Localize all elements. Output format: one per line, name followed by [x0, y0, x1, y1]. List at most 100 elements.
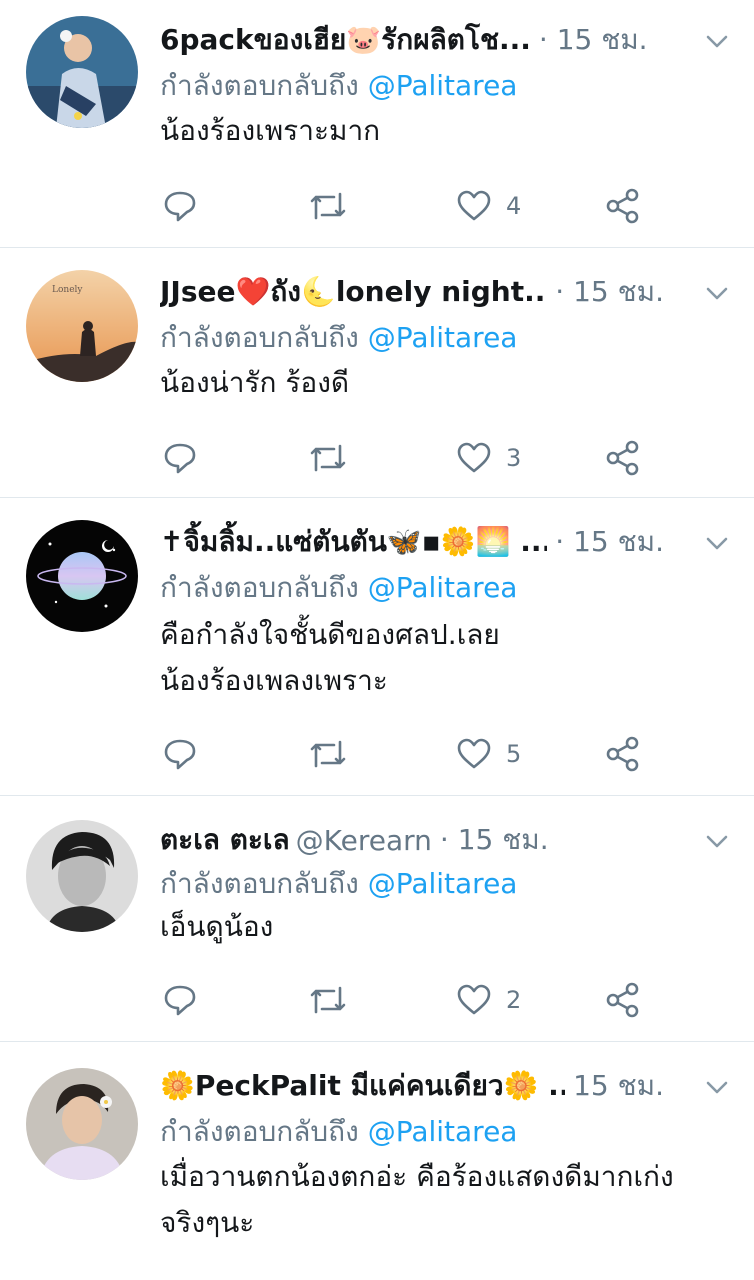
reply-icon: [164, 443, 196, 474]
replying-to: กำลังตอบกลับถึง @Palitarea: [160, 1110, 517, 1154]
retweet-icon: [310, 740, 346, 768]
tweet-text-line: เมื่อวานตกน้องตกอ่ะ คือร้องแสดงดีมากเก่ง: [160, 1160, 674, 1193]
action-bar: 4: [160, 186, 650, 226]
timestamp[interactable]: · 15 ชม.: [440, 818, 549, 862]
avatar[interactable]: [26, 1068, 138, 1180]
avatar[interactable]: Lonely: [26, 270, 138, 382]
timestamp[interactable]: 15 ชม.: [573, 1064, 664, 1108]
tweet-text-line: น้องน่ารัก ร้องดี: [160, 366, 350, 399]
timestamp[interactable]: · 15 ชม.: [555, 270, 664, 314]
tweet[interactable]: ตะเล ตะเล @Kerearn · 15 ชม. กำลังตอบกลับ…: [0, 796, 754, 1042]
timestamp[interactable]: · 15 ชม.: [555, 520, 664, 564]
reply-icon: [164, 191, 196, 222]
like-button[interactable]: 4: [456, 186, 521, 226]
svg-text:Lonely: Lonely: [52, 285, 83, 295]
tweet-header: ✝จิ้มลิ้ม..แซ่ตันตัน🦋▪🌼🌅 ... · 15 ชม.: [160, 520, 664, 564]
reply-button[interactable]: [162, 734, 198, 774]
tweet[interactable]: 6packของเฮีย🐷รักผลิตโช... · 15 ชม. กำลัง…: [0, 0, 754, 248]
tweet-header: JJsee❤️ถัง🌜lonely night... · 15 ชม.: [160, 270, 664, 314]
avatar[interactable]: [26, 520, 138, 632]
replying-to-label: กำลังตอบกลับถึง: [160, 867, 359, 900]
share-icon: [606, 440, 639, 476]
chevron-down-icon[interactable]: [702, 826, 732, 856]
tweet[interactable]: Lonely JJsee❤️ถัง🌜lonely night... · 15 ช…: [0, 248, 754, 498]
tweet-text: เอ็นดูน้อง: [160, 904, 724, 950]
tweet[interactable]: ✝จิ้มลิ้ม..แซ่ตันตัน🦋▪🌼🌅 ... · 15 ชม. กำ…: [0, 498, 754, 796]
retweet-icon: [310, 192, 346, 220]
tweet-header: 6packของเฮีย🐷รักผลิตโช... · 15 ชม.: [160, 18, 664, 62]
reply-button[interactable]: [162, 980, 198, 1020]
chevron-down-icon[interactable]: [702, 528, 732, 558]
heart-icon: [457, 442, 491, 473]
replying-to: กำลังตอบกลับถึง @Palitarea: [160, 316, 517, 360]
action-bar: 2: [160, 980, 650, 1020]
reply-feed: 6packของเฮีย🐷รักผลิตโช... · 15 ชม. กำลัง…: [0, 0, 754, 1280]
avatar[interactable]: [26, 820, 138, 932]
like-count: 2: [506, 986, 522, 1014]
tweet-text: น้องร้องเพราะมาก: [160, 108, 724, 154]
chevron-down-icon[interactable]: [702, 278, 732, 308]
tweet-text-line: คือกำลังใจชั้นดีของศลป.เลย: [160, 618, 500, 651]
retweet-button[interactable]: [308, 438, 348, 478]
tweet-text: เมื่อวานตกน้องตกอ่ะ คือร้องแสดงดีมากเก่ง…: [160, 1154, 724, 1246]
tweet-text: น้องน่ารัก ร้องดี: [160, 360, 724, 406]
heart-icon: [457, 984, 491, 1015]
like-button[interactable]: 5: [456, 734, 521, 774]
like-button[interactable]: 3: [456, 438, 521, 478]
reply-icon: [164, 985, 196, 1016]
reply-button[interactable]: [162, 186, 198, 226]
tweet-text-line: เอ็นดูน้อง: [160, 910, 274, 943]
share-icon: [606, 736, 639, 772]
replying-to-label: กำลังตอบกลับถึง: [160, 321, 359, 354]
display-name[interactable]: 🌼PeckPalit มีแค่คนเดียว🌼 ..:: [160, 1064, 565, 1108]
action-bar: 5: [160, 734, 650, 774]
username[interactable]: @Kerearn: [296, 824, 432, 857]
action-bar: 3: [160, 438, 650, 478]
heart-icon: [457, 738, 491, 769]
replying-to: กำลังตอบกลับถึง @Palitarea: [160, 566, 517, 610]
tweet-header: 🌼PeckPalit มีแค่คนเดียว🌼 ..: 15 ชม.: [160, 1064, 664, 1108]
retweet-button[interactable]: [308, 734, 348, 774]
timestamp[interactable]: · 15 ชม.: [539, 18, 648, 62]
replying-to-label: กำลังตอบกลับถึง: [160, 571, 359, 604]
display-name[interactable]: 6packของเฮีย🐷รักผลิตโช...: [160, 18, 531, 62]
heart-icon: [457, 190, 491, 221]
mention-link[interactable]: @Palitarea: [368, 321, 518, 354]
like-count: 3: [506, 444, 522, 472]
display-name[interactable]: ✝จิ้มลิ้ม..แซ่ตันตัน🦋▪🌼🌅 ...: [160, 520, 547, 564]
share-icon: [606, 982, 639, 1018]
reply-icon: [164, 739, 196, 770]
share-button[interactable]: [606, 734, 640, 774]
chevron-down-icon[interactable]: [702, 1072, 732, 1102]
retweet-button[interactable]: [308, 980, 348, 1020]
like-button[interactable]: 2: [456, 980, 521, 1020]
retweet-icon: [310, 986, 346, 1014]
like-count: 4: [506, 192, 522, 220]
mention-link[interactable]: @Palitarea: [368, 867, 518, 900]
replying-to-label: กำลังตอบกลับถึง: [160, 1115, 359, 1148]
display-name[interactable]: JJsee❤️ถัง🌜lonely night...: [160, 270, 547, 314]
tweet-header: ตะเล ตะเล @Kerearn · 15 ชม.: [160, 818, 664, 862]
retweet-icon: [310, 444, 346, 472]
share-icon: [606, 188, 639, 224]
reply-button[interactable]: [162, 438, 198, 478]
mention-link[interactable]: @Palitarea: [368, 571, 518, 604]
mention-link[interactable]: @Palitarea: [368, 69, 518, 102]
replying-to: กำลังตอบกลับถึง @Palitarea: [160, 862, 517, 906]
tweet[interactable]: 🌼PeckPalit มีแค่คนเดียว🌼 ..: 15 ชม. กำลั…: [0, 1042, 754, 1280]
mention-link[interactable]: @Palitarea: [368, 1115, 518, 1148]
like-count: 5: [506, 740, 522, 768]
share-button[interactable]: [606, 438, 640, 478]
replying-to: กำลังตอบกลับถึง @Palitarea: [160, 64, 517, 108]
tweet-text-line: น้องร้องเพลงเพราะ: [160, 664, 388, 697]
replying-to-label: กำลังตอบกลับถึง: [160, 69, 359, 102]
chevron-down-icon[interactable]: [702, 26, 732, 56]
tweet-text-line: จริงๆนะ: [160, 1206, 255, 1239]
tweet-text-line: น้องร้องเพราะมาก: [160, 114, 381, 147]
share-button[interactable]: [606, 980, 640, 1020]
share-button[interactable]: [606, 186, 640, 226]
avatar[interactable]: [26, 16, 138, 128]
tweet-text: คือกำลังใจชั้นดีของศลป.เลย น้องร้องเพลงเ…: [160, 612, 724, 704]
retweet-button[interactable]: [308, 186, 348, 226]
display-name[interactable]: ตะเล ตะเล: [160, 818, 290, 862]
